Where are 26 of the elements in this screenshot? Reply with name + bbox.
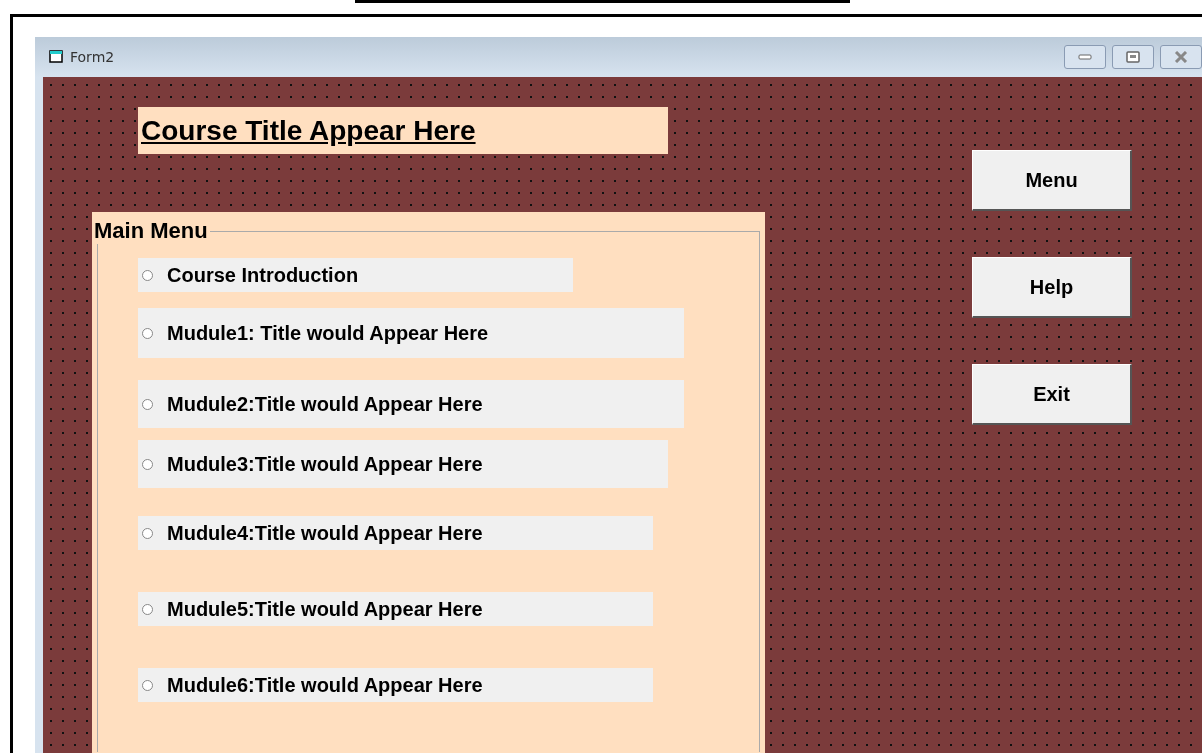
radio-option[interactable]: Mudule4:Title would Appear Here [138,516,653,550]
radio-button[interactable] [142,603,153,615]
command-button[interactable]: Help [972,257,1132,318]
radio-button[interactable] [142,398,153,410]
radio-button[interactable] [142,327,153,339]
minimize-button[interactable] [1064,45,1106,69]
maximize-icon [1126,51,1140,63]
close-button[interactable] [1160,45,1202,69]
radio-option[interactable]: Mudule1: Title would Appear Here [138,308,684,358]
window-title: Form2 [70,49,115,65]
close-icon [1174,51,1188,63]
radio-option[interactable]: Mudule6:Title would Appear Here [138,668,653,702]
radio-button[interactable] [142,679,153,691]
radio-option[interactable]: Mudule5:Title would Appear Here [138,592,653,626]
radio-button[interactable] [142,458,153,470]
radio-option[interactable]: Mudule3:Title would Appear Here [138,440,668,488]
radio-button[interactable] [142,527,153,539]
command-button[interactable]: Menu [972,150,1132,211]
radio-option[interactable]: Course Introduction [138,258,573,292]
radio-option[interactable]: Mudule2:Title would Appear Here [138,380,684,428]
course-title-label: Course Title Appear Here [138,107,668,154]
command-button[interactable]: Exit [972,364,1132,425]
maximize-button[interactable] [1112,45,1154,69]
window-icon [49,50,65,64]
minimize-icon [1078,53,1092,61]
radio-button[interactable] [142,269,153,281]
